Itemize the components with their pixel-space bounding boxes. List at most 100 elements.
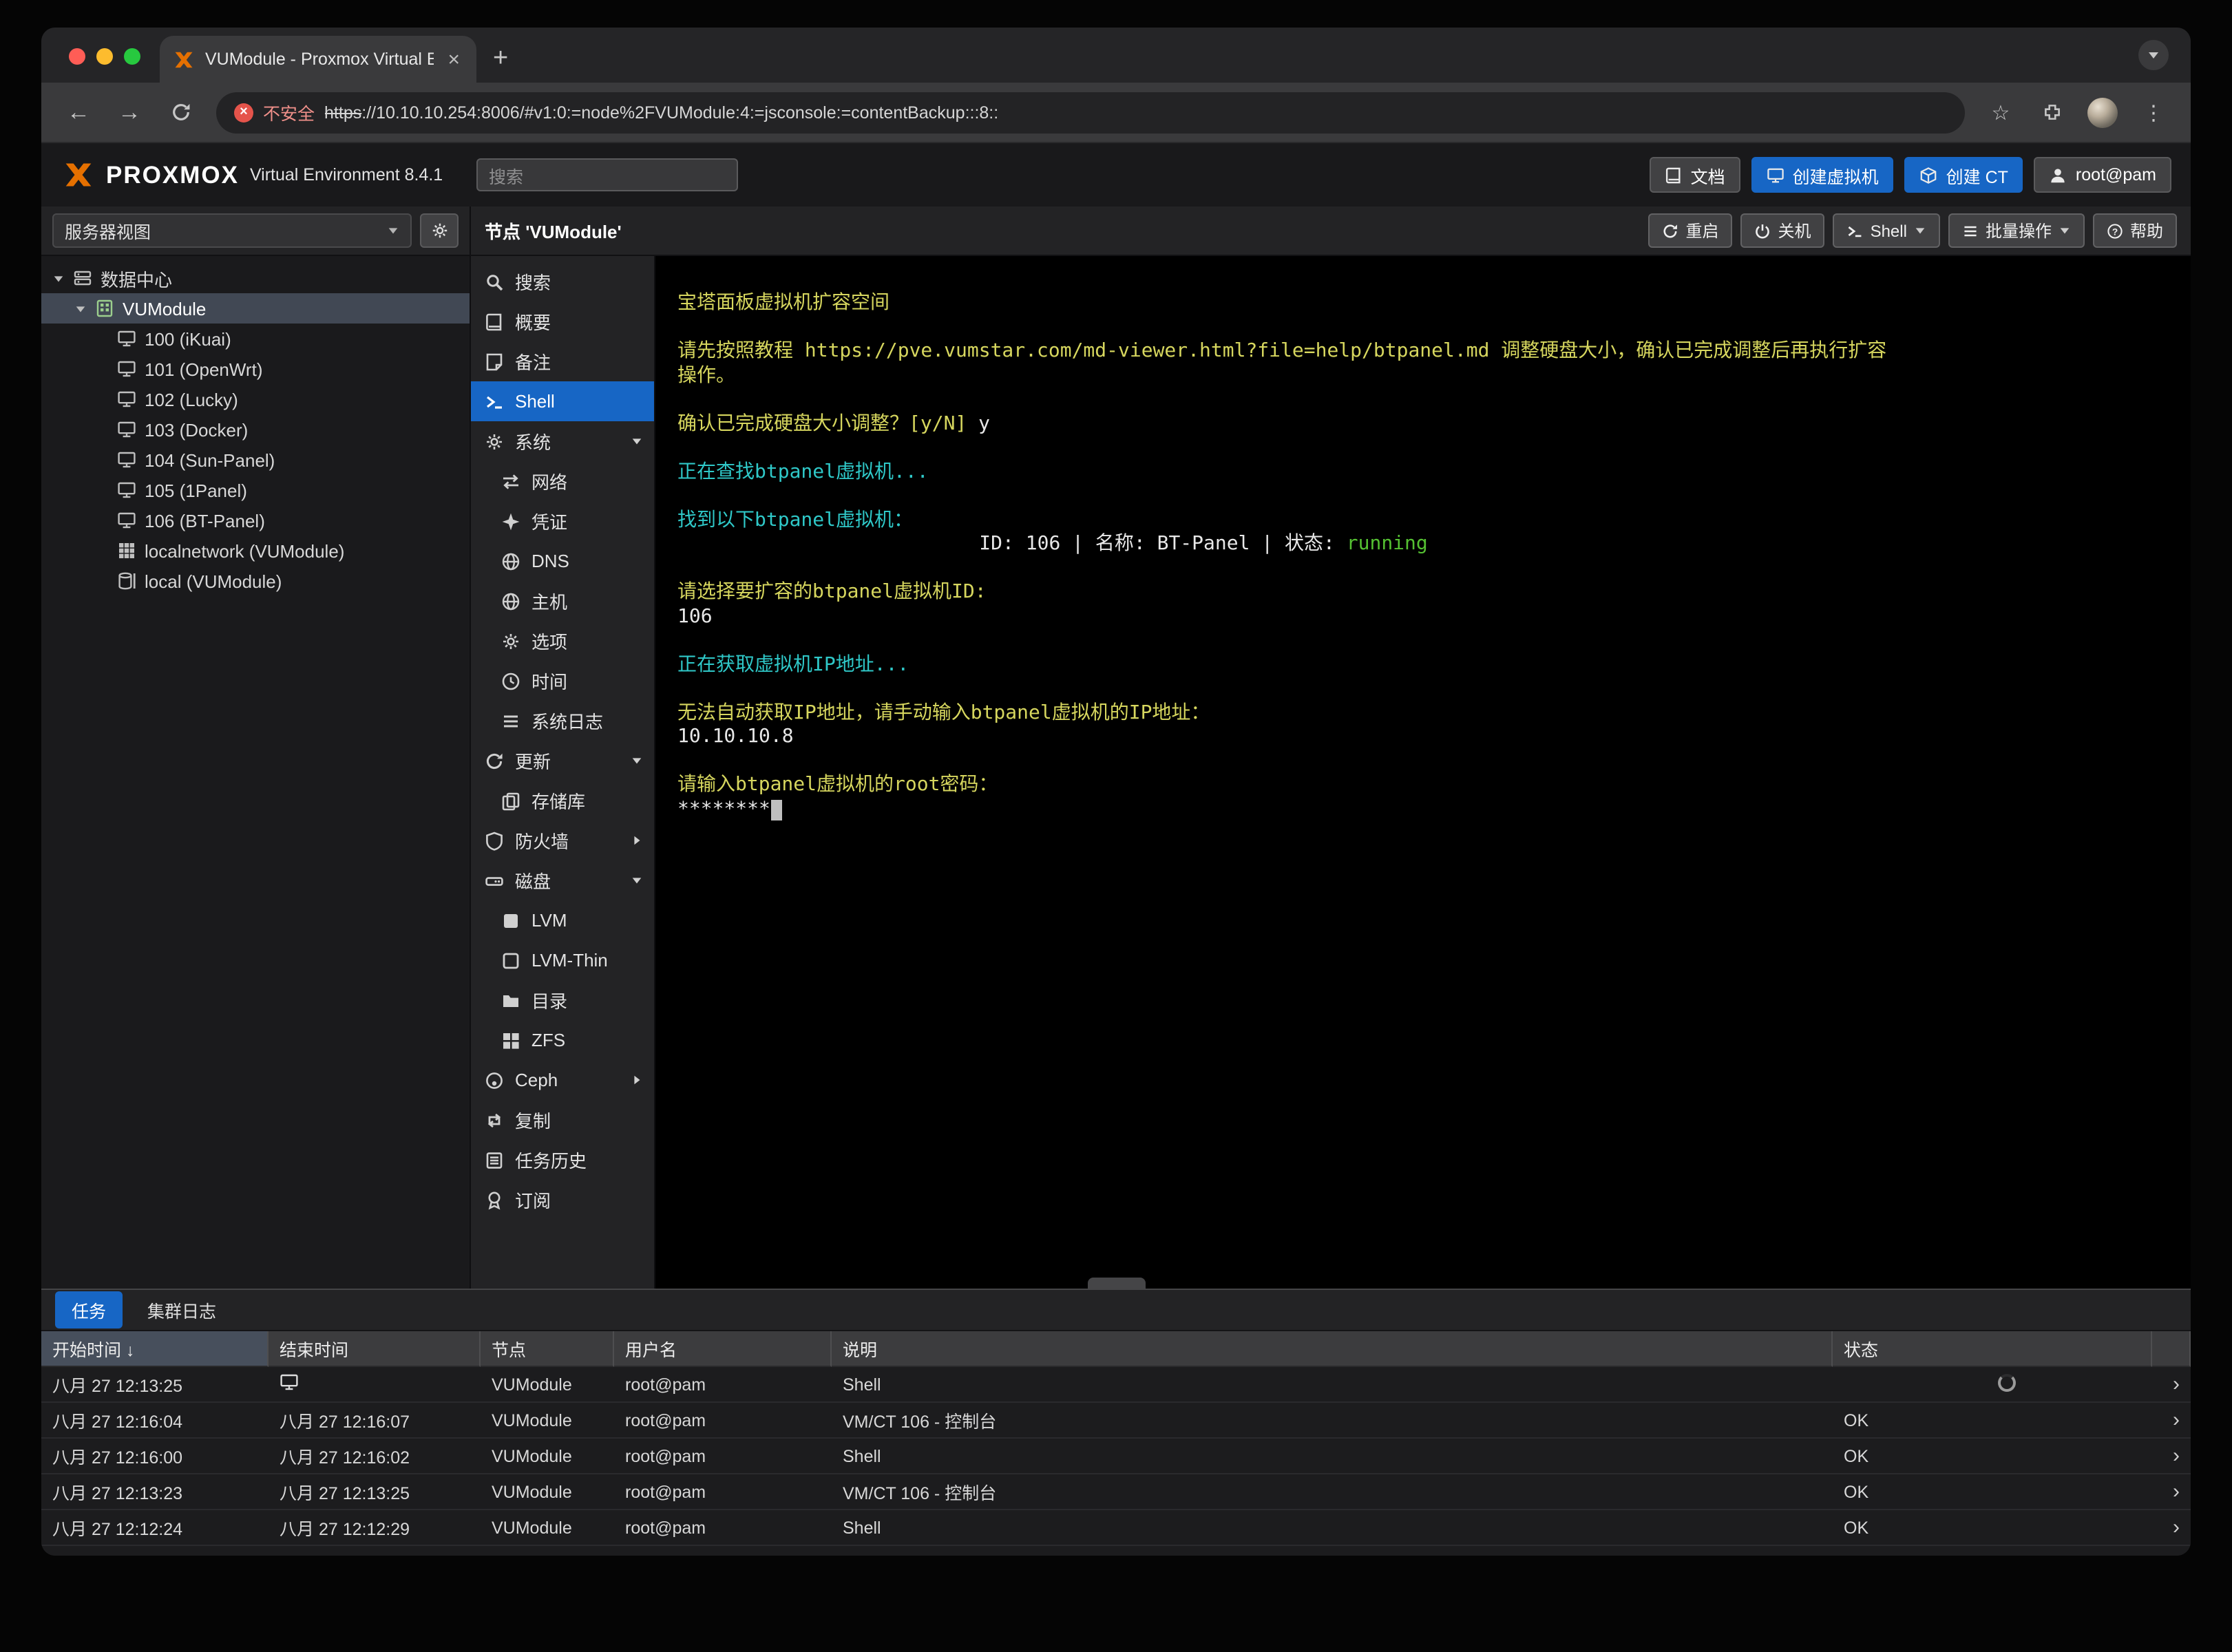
task-col-description[interactable]: 说明	[832, 1331, 1833, 1367]
menu-item-subscription[interactable]: 订阅	[471, 1180, 654, 1220]
tab-search-button[interactable]	[2138, 40, 2169, 70]
task-row[interactable]: 八月 27 12:16:00 八月 27 12:16:02 VUModule root…	[41, 1439, 2191, 1474]
exchange-icon	[501, 472, 520, 491]
tab-close-icon[interactable]: ×	[445, 47, 463, 71]
tasks-tab[interactable]: 任务	[55, 1291, 123, 1328]
tree-item-vm-104[interactable]: 104 (Sun-Panel)	[41, 445, 470, 475]
row-chevron-icon[interactable]: ›	[2152, 1367, 2191, 1403]
caret-down-icon	[387, 224, 399, 237]
tree-item-vm-106[interactable]: 106 (BT-Panel)	[41, 505, 470, 536]
sq-icon	[501, 911, 520, 930]
menu-item-system[interactable]: 系统	[471, 421, 654, 461]
window-minimize-button[interactable]	[96, 48, 113, 65]
menu-item-syslog[interactable]: 系统日志	[471, 701, 654, 741]
task-col-start-time[interactable]: 开始时间 ↓	[41, 1331, 269, 1367]
list-icon	[1962, 222, 1979, 239]
task-row[interactable]: 八月 27 12:12:24 八月 27 12:12:29 VUModule root…	[41, 1510, 2191, 1546]
menu-item-summary[interactable]: 概要	[471, 301, 654, 341]
bookmark-star-icon[interactable]: ☆	[1986, 100, 2016, 125]
list-icon	[501, 711, 520, 730]
create-vm-button[interactable]: 创建虚拟机	[1751, 157, 1894, 193]
task-row[interactable]: 八月 27 12:16:04 八月 27 12:16:07 VUModule root…	[41, 1403, 2191, 1439]
menu-item-lvm[interactable]: LVM	[471, 900, 654, 940]
row-chevron-icon[interactable]: ›	[2152, 1510, 2191, 1546]
tree-item-storage-localnetwork[interactable]: localnetwork (VUModule)	[41, 536, 470, 566]
caret-down-icon[interactable]	[52, 272, 65, 284]
book-icon	[1665, 166, 1683, 184]
terminal[interactable]: 宝塔面板虚拟机扩容空间 请先按照教程 https://pve.vumstar.c…	[655, 256, 2191, 1289]
menu-item-notes[interactable]: 备注	[471, 341, 654, 381]
bulk-actions-button[interactable]: 批量操作	[1948, 213, 2085, 248]
user-menu-button[interactable]: root@pam	[2034, 157, 2171, 193]
menu-item-repositories[interactable]: 存储库	[471, 781, 654, 820]
window-zoom-button[interactable]	[124, 48, 140, 65]
menu-item-network[interactable]: 网络	[471, 461, 654, 501]
tree-item-storage-local[interactable]: local (VUModule)	[41, 566, 470, 596]
menu-item-lvmthin[interactable]: LVM-Thin	[471, 940, 654, 980]
view-mode-select[interactable]: 服务器视图	[52, 213, 412, 248]
profile-avatar[interactable]	[2087, 97, 2118, 127]
tree-item-node-vumodule[interactable]: VUModule	[41, 293, 470, 324]
tree-item-datacenter[interactable]: 数据中心	[41, 263, 470, 293]
extensions-icon[interactable]	[2036, 102, 2067, 123]
window-close-button[interactable]	[69, 48, 85, 65]
menu-item-search[interactable]: 搜索	[471, 262, 654, 301]
restart-button[interactable]: 重启	[1648, 213, 1733, 248]
menu-item-ceph[interactable]: Ceph	[471, 1060, 654, 1100]
menu-item-hosts[interactable]: 主机	[471, 581, 654, 621]
reload-button[interactable]	[165, 102, 196, 123]
pve-header-buttons: 文档 创建虚拟机 创建 CT root@pam	[1649, 157, 2171, 193]
menu-item-updates[interactable]: 更新	[471, 741, 654, 781]
terminal-line: 找到以下btpanel虚拟机：	[677, 509, 914, 531]
documentation-button[interactable]: 文档	[1649, 157, 1740, 193]
tree-item-vm-103[interactable]: 103 (Docker)	[41, 414, 470, 445]
menu-item-disks[interactable]: 磁盘	[471, 860, 654, 900]
shell-button[interactable]: Shell	[1833, 213, 1940, 248]
create-ct-button[interactable]: 创建 CT	[1904, 157, 2023, 193]
menu-item-shell[interactable]: Shell	[471, 381, 654, 421]
view-settings-button[interactable]	[420, 213, 459, 248]
menu-item-replication[interactable]: 复制	[471, 1100, 654, 1140]
row-chevron-icon[interactable]: ›	[2152, 1403, 2191, 1439]
address-bar[interactable]: × 不安全 https://10.10.10.254:8006/#v1:0:=n…	[216, 92, 1965, 133]
caret-down-icon[interactable]	[74, 302, 87, 315]
terminal-line: ********	[677, 798, 2169, 822]
menu-item-task-history[interactable]: 任务历史	[471, 1140, 654, 1180]
new-tab-button[interactable]: +	[493, 45, 508, 72]
menu-item-firewall[interactable]: 防火墙	[471, 820, 654, 860]
help-icon: ?	[2107, 222, 2123, 239]
shutdown-button[interactable]: 关机	[1740, 213, 1825, 248]
task-col-user[interactable]: 用户名	[614, 1331, 832, 1367]
task-col-node[interactable]: 节点	[481, 1331, 614, 1367]
tree-item-vm-101[interactable]: 101 (OpenWrt)	[41, 354, 470, 384]
global-search-input[interactable]: 搜索	[476, 158, 738, 191]
tree-item-vm-105[interactable]: 105 (1Panel)	[41, 475, 470, 505]
task-row[interactable]: 八月 27 12:13:23 八月 27 12:13:25 VUModule root…	[41, 1474, 2191, 1510]
menu-item-time[interactable]: 时间	[471, 661, 654, 701]
tree-item-vm-100[interactable]: 100 (iKuai)	[41, 324, 470, 354]
forward-button[interactable]: →	[114, 98, 145, 126]
tasks-icon	[485, 1150, 504, 1169]
panel-collapse-handle[interactable]	[1087, 1278, 1145, 1290]
main-content: 数据中心 VUModule 100 (iKuai) 101 (OpenWrt) 102 …	[41, 256, 2191, 1289]
browser-toolbar: ← → × 不安全 https://10.10.10.254:8006/#v1:…	[41, 83, 2191, 143]
task-row[interactable]: 八月 27 12:13:25 VUModule root@pam Shell ›	[41, 1367, 2191, 1403]
menu-item-certificates[interactable]: 凭证	[471, 501, 654, 541]
help-button[interactable]: ? 帮助	[2092, 213, 2177, 248]
task-col-status[interactable]: 状态	[1833, 1331, 2152, 1367]
task-col-end-time[interactable]: 结束时间	[269, 1331, 481, 1367]
menu-item-dns[interactable]: DNS	[471, 541, 654, 581]
row-chevron-icon[interactable]: ›	[2152, 1474, 2191, 1510]
browser-tab[interactable]: VUModule - Proxmox Virtual E ×	[160, 36, 476, 83]
menu-item-options[interactable]: 选项	[471, 621, 654, 661]
browser-menu-icon[interactable]: ⋮	[2138, 100, 2169, 125]
tree-item-vm-102[interactable]: 102 (Lucky)	[41, 384, 470, 414]
cluster-log-tab[interactable]: 集群日志	[142, 1291, 222, 1328]
row-chevron-icon[interactable]: ›	[2152, 1439, 2191, 1474]
menu-item-directory[interactable]: 目录	[471, 980, 654, 1020]
menu-item-zfs[interactable]: ZFS	[471, 1020, 654, 1060]
back-button[interactable]: ←	[63, 98, 94, 126]
monitor-icon	[117, 359, 136, 379]
